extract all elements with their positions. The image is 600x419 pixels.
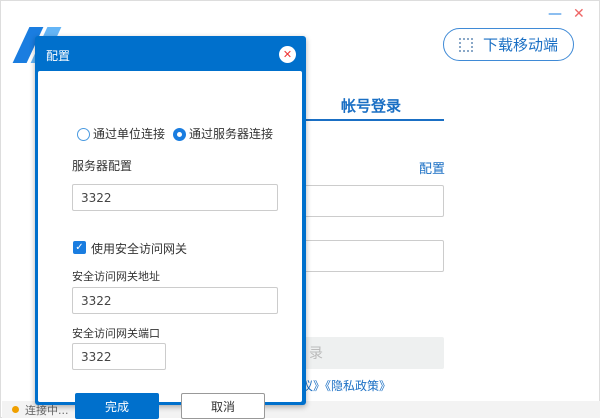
gateway-checkbox[interactable]: ✓ [73,241,86,254]
gateway-address-label: 安全访问网关地址 [72,270,160,283]
account-input[interactable] [301,185,444,217]
close-icon[interactable]: ✕ [573,6,585,22]
gateway-checkbox-label[interactable]: 使用安全访问网关 [91,240,187,257]
dialog-title: 配置 [46,49,71,63]
config-dialog: 配置 ✕ 通过单位连接 通过服务器连接 服务器配置 3322 ✓ 使用安全访问网… [35,36,306,419]
qr-code-icon [458,37,473,52]
radio-unit-connect[interactable]: 通过单位连接 [77,125,165,142]
gateway-port-label: 安全访问网关端口 [72,327,160,340]
download-label: 下载移动端 [482,36,558,54]
dialog-close-icon[interactable]: ✕ [279,46,296,63]
radio-selected-icon [173,128,186,141]
minimize-icon[interactable]: — [548,6,562,22]
radio-label: 通过单位连接 [93,127,166,141]
dialog-body: 通过单位连接 通过服务器连接 服务器配置 3322 ✓ 使用安全访问网关 安全访… [38,71,302,419]
tab-account-login[interactable]: 帐号登录 [341,95,401,116]
login-button[interactable]: 录 [301,337,444,369]
download-mobile-button[interactable]: 下载移动端 [443,28,574,61]
radio-label: 通过服务器连接 [189,127,274,141]
server-config-label: 服务器配置 [72,159,133,173]
radio-server-connect[interactable]: 通过服务器连接 [173,125,273,142]
tab-underline [301,119,444,121]
server-input[interactable]: 3322 [72,184,278,211]
config-link[interactable]: 配置 [419,158,445,177]
gateway-port-input[interactable]: 3322 [72,343,166,370]
done-button[interactable]: 完成 [75,393,159,419]
status-dot-icon [12,406,19,413]
policy-links[interactable]: 议》《隐私政策》 [301,377,391,394]
gateway-address-input[interactable]: 3322 [72,287,278,314]
cancel-button[interactable]: 取消 [181,393,265,419]
radio-unselected-icon [77,128,90,141]
password-input[interactable] [301,240,444,272]
